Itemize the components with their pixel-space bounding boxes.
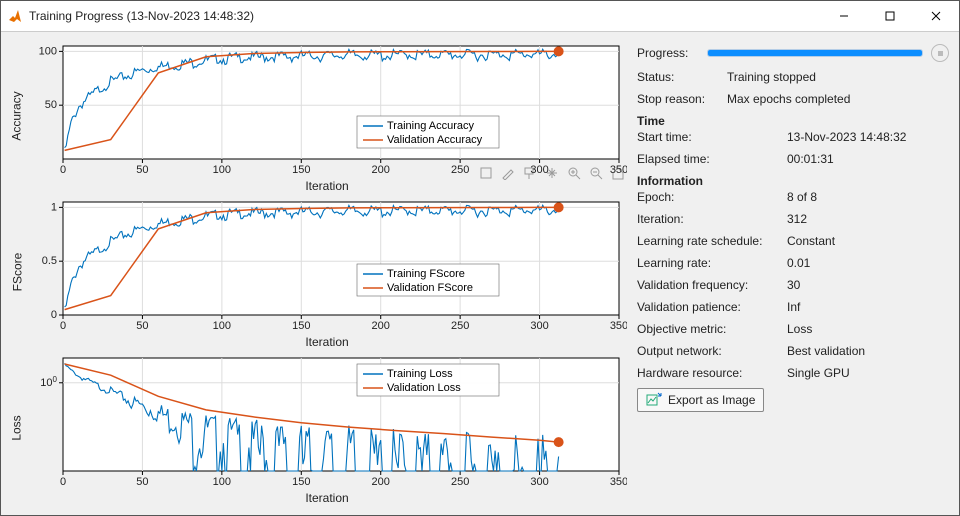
svg-text:50: 50: [136, 320, 148, 332]
svg-text:250: 250: [451, 320, 469, 332]
svg-text:0.5: 0.5: [42, 255, 57, 267]
valid-freq-value: 30: [787, 278, 949, 292]
svg-text:Validation Accuracy: Validation Accuracy: [387, 134, 483, 146]
valid-freq-label: Validation frequency:: [637, 278, 787, 292]
svg-text:300: 300: [530, 476, 548, 488]
svg-text:200: 200: [372, 476, 390, 488]
svg-text:250: 250: [451, 476, 469, 488]
svg-text:Training Accuracy: Training Accuracy: [387, 120, 475, 132]
svg-text:100: 100: [213, 320, 231, 332]
valid-patience-label: Validation patience:: [637, 300, 787, 314]
export-button-label: Export as Image: [668, 393, 755, 407]
export-as-image-button[interactable]: Export as Image: [637, 388, 764, 412]
fscore-ylabel: FScore: [10, 253, 24, 292]
lr-label: Learning rate:: [637, 256, 787, 270]
elapsed-time-value: 00:01:31: [787, 152, 949, 166]
svg-text:350: 350: [610, 320, 627, 332]
objective-metric-value: Loss: [787, 322, 949, 336]
charts-panel: Accuracy 05010015020025030035050100Train…: [1, 32, 629, 515]
svg-text:100: 100: [213, 164, 231, 176]
progress-label: Progress:: [637, 46, 707, 60]
svg-text:50: 50: [136, 476, 148, 488]
svg-text:200: 200: [372, 320, 390, 332]
svg-text:100: 100: [40, 374, 57, 389]
zoom-in-icon[interactable]: [565, 164, 583, 182]
svg-text:150: 150: [292, 476, 310, 488]
fscore-chart: FScore 0 50 100 150 200 250 300 350 0 0.5 1 Trainin…: [7, 194, 627, 350]
svg-text:Validation Loss: Validation Loss: [387, 382, 461, 394]
stop-reason-label: Stop reason:: [637, 92, 727, 106]
svg-text:100: 100: [213, 476, 231, 488]
lr-schedule-label: Learning rate schedule:: [637, 234, 787, 248]
titlebar: Training Progress (13-Nov-2023 14:48:32): [1, 1, 959, 32]
svg-text:350: 350: [610, 476, 627, 488]
valid-patience-value: Inf: [787, 300, 949, 314]
stop-reason-value: Max epochs completed: [727, 92, 949, 106]
minimize-button[interactable]: [821, 1, 867, 31]
svg-text:150: 150: [292, 320, 310, 332]
loss-chart: Loss 0 50 100 150 200 250 300 350 100 Training Lo…: [7, 350, 627, 506]
maximize-button[interactable]: [867, 1, 913, 31]
svg-text:100: 100: [39, 45, 57, 57]
information-header: Information: [637, 174, 949, 188]
status-label: Status:: [637, 70, 727, 84]
time-header: Time: [637, 114, 949, 128]
output-network-value: Best validation: [787, 344, 949, 358]
status-value: Training stopped: [727, 70, 949, 84]
lr-schedule-value: Constant: [787, 234, 949, 248]
training-progress-window: Training Progress (13-Nov-2023 14:48:32)…: [0, 0, 960, 516]
accuracy-ylabel: Accuracy: [10, 91, 24, 140]
loss-xlabel: Iteration: [27, 491, 627, 505]
objective-metric-label: Objective metric:: [637, 322, 787, 336]
home-icon[interactable]: [609, 164, 627, 182]
svg-text:250: 250: [451, 164, 469, 176]
svg-text:0: 0: [60, 320, 66, 332]
svg-text:Training Loss: Training Loss: [387, 368, 453, 380]
datatip-icon[interactable]: [521, 164, 539, 182]
svg-text:50: 50: [136, 164, 148, 176]
fscore-xlabel: Iteration: [27, 335, 627, 349]
stop-training-button[interactable]: [931, 44, 949, 62]
svg-text:Training FScore: Training FScore: [387, 268, 465, 280]
fscore-plot[interactable]: 0 50 100 150 200 250 300 350 0 0.5 1 Training FScor…: [27, 194, 627, 337]
matlab-logo-icon: [7, 8, 23, 24]
lr-value: 0.01: [787, 256, 949, 270]
zoom-out-icon[interactable]: [587, 164, 605, 182]
hardware-label: Hardware resource:: [637, 366, 787, 380]
iteration-label: Iteration:: [637, 212, 787, 226]
output-network-label: Output network:: [637, 344, 787, 358]
svg-text:0: 0: [51, 309, 57, 321]
elapsed-time-label: Elapsed time:: [637, 152, 787, 166]
start-time-value: 13-Nov-2023 14:48:32: [787, 130, 949, 144]
svg-text:50: 50: [45, 99, 57, 111]
svg-text:Validation FScore: Validation FScore: [387, 282, 473, 294]
loss-ylabel: Loss: [10, 416, 24, 441]
progress-bar: [707, 49, 923, 57]
loss-plot[interactable]: 0 50 100 150 200 250 300 350 100 Training Loss Val…: [27, 350, 627, 493]
edit-plot-icon[interactable]: [499, 164, 517, 182]
window-title: Training Progress (13-Nov-2023 14:48:32): [29, 9, 254, 23]
svg-text:0: 0: [60, 164, 66, 176]
iteration-value: 312: [787, 212, 949, 226]
close-button[interactable]: [913, 1, 959, 31]
info-panel: Progress: Status:Training stopped Stop r…: [629, 32, 959, 515]
svg-text:1: 1: [51, 201, 57, 213]
pan-icon[interactable]: [543, 164, 561, 182]
accuracy-plot[interactable]: 05010015020025030035050100Training Accur…: [27, 38, 627, 181]
epoch-value: 8 of 8: [787, 190, 949, 204]
svg-text:300: 300: [530, 320, 548, 332]
svg-text:0: 0: [60, 476, 66, 488]
hardware-value: Single GPU: [787, 366, 949, 380]
epoch-label: Epoch:: [637, 190, 787, 204]
export-image-icon: [646, 392, 662, 408]
axes-toolbar: [475, 162, 629, 184]
start-time-label: Start time:: [637, 130, 787, 144]
svg-text:150: 150: [292, 164, 310, 176]
svg-text:200: 200: [372, 164, 390, 176]
brush-icon[interactable]: [477, 164, 495, 182]
